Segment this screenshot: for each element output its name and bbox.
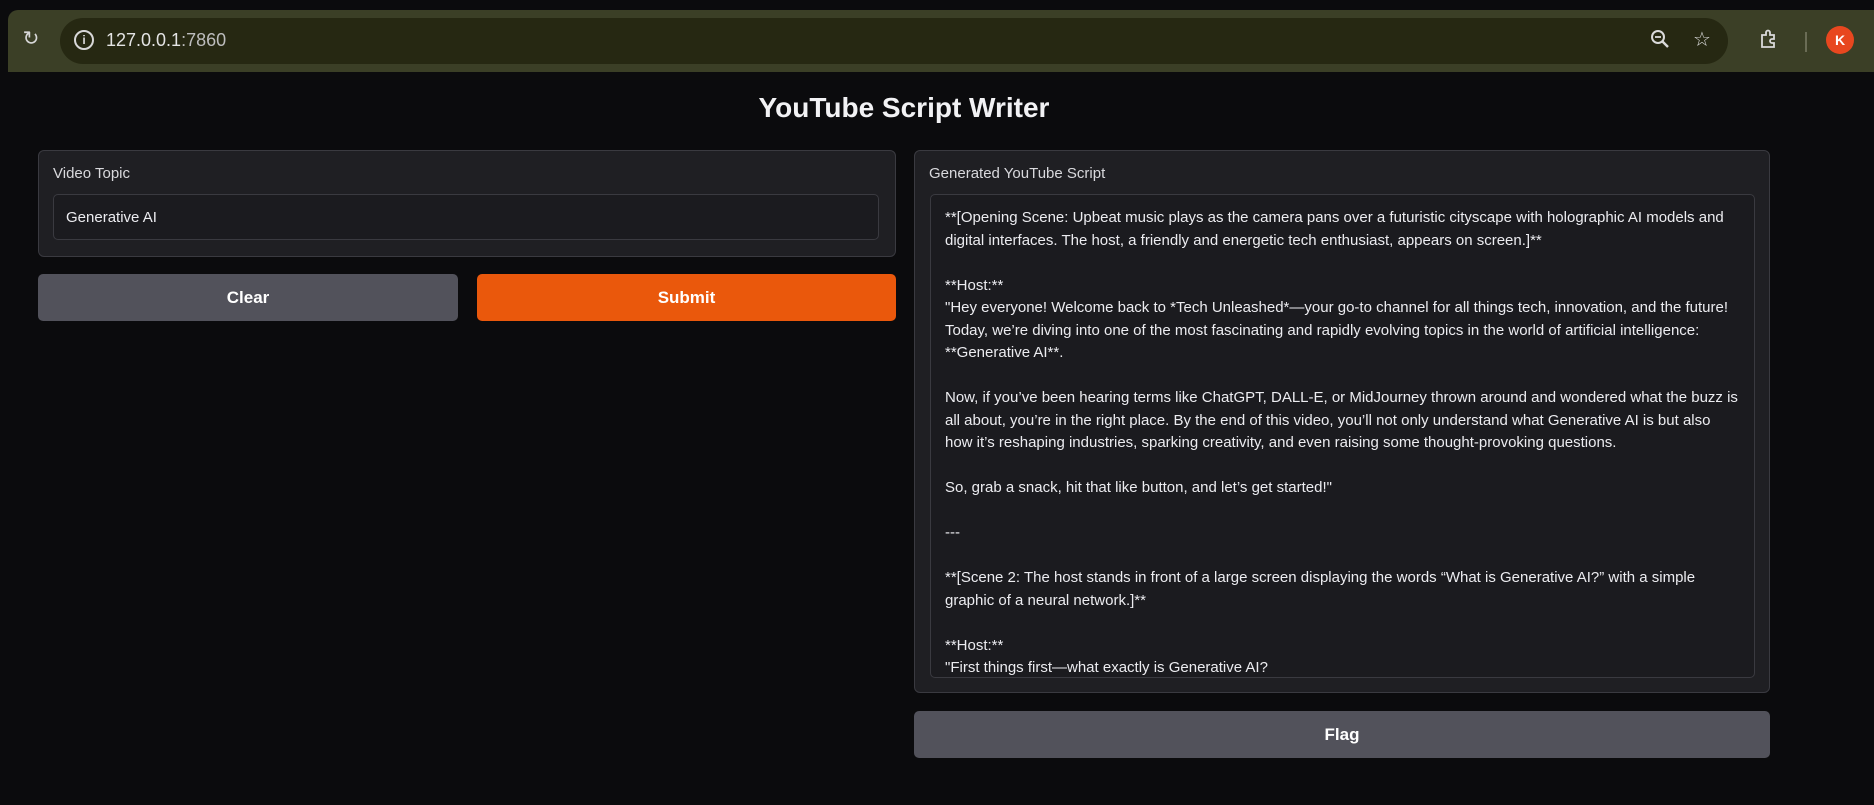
script-line: --- — [945, 524, 960, 541]
script-line: **[Scene 2: The host stands in front of … — [945, 569, 1700, 609]
video-topic-panel: Video Topic — [38, 150, 896, 257]
script-line: ​ — [945, 455, 1740, 478]
script-line: ​ — [945, 252, 1740, 275]
submit-button[interactable]: Submit — [477, 274, 896, 321]
generated-script-label: Generated YouTube Script — [929, 165, 1106, 182]
info-icon[interactable]: i — [74, 30, 94, 50]
profile-avatar[interactable]: K — [1826, 26, 1854, 54]
reload-icon[interactable]: ↻ — [20, 28, 42, 50]
video-topic-input[interactable] — [53, 194, 879, 240]
browser-toolbar: ↻ i 127.0.0.1:7860 ☆ K — [8, 10, 1874, 72]
zoom-icon[interactable] — [1648, 28, 1672, 52]
clear-button[interactable]: Clear — [38, 274, 458, 321]
toolbar-divider — [1805, 32, 1807, 52]
script-line: ​ — [945, 612, 1740, 635]
script-line: **Host:** — [945, 276, 1004, 294]
star-icon[interactable]: ☆ — [1690, 28, 1714, 52]
script-line: ​ — [945, 365, 1740, 388]
app-body: YouTube Script Writer Video Topic Clear … — [0, 72, 1874, 805]
script-line: **Host:** — [945, 636, 1004, 654]
extensions-icon[interactable] — [1758, 28, 1780, 50]
url-text[interactable]: 127.0.0.1:7860 — [106, 30, 226, 51]
script-line: "Hey everyone! Welcome back to *Tech Unl… — [945, 299, 1732, 361]
video-topic-label: Video Topic — [53, 165, 131, 182]
generated-script-textarea[interactable]: **[Opening Scene: Upbeat music plays as … — [930, 194, 1755, 678]
script-line: ​ — [945, 545, 1740, 568]
flag-button[interactable]: Flag — [914, 711, 1770, 758]
generated-script-panel: Generated YouTube Script **[Opening Scen… — [914, 150, 1770, 693]
script-line: Now, if you’ve been hearing terms like C… — [945, 389, 1743, 451]
page-scrollbar[interactable] — [1858, 72, 1874, 805]
script-line: So, grab a snack, hit that like button, … — [945, 479, 1332, 496]
browser-chrome: ↻ i 127.0.0.1:7860 ☆ K — [0, 0, 1874, 72]
script-line: ​ — [945, 500, 1740, 523]
page-title: YouTube Script Writer — [758, 92, 1050, 123]
address-bar[interactable]: i 127.0.0.1:7860 ☆ — [60, 18, 1728, 64]
url-host: 127.0.0.1 — [106, 30, 182, 50]
script-line: "First things first—what exactly is Gene… — [945, 659, 1268, 676]
url-port: :7860 — [181, 30, 227, 50]
script-line: **[Opening Scene: Upbeat music plays as … — [945, 209, 1728, 249]
